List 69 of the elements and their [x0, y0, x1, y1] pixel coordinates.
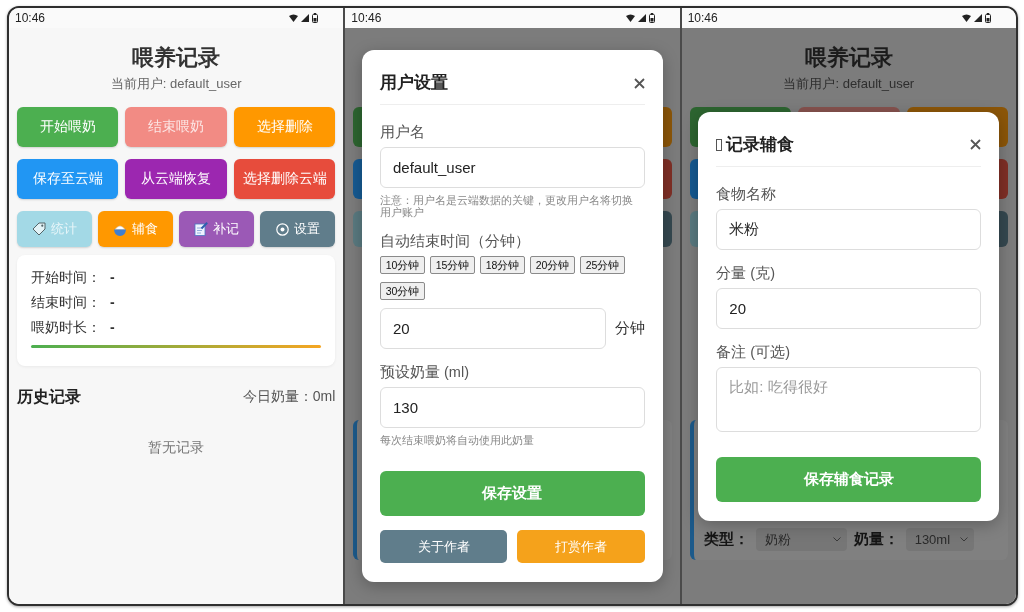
session-label: 喂奶时长：	[31, 318, 101, 337]
save-button[interactable]: 保存设置	[380, 471, 645, 516]
input-field[interactable]: 20	[716, 287, 982, 329]
current-user-label: 当前用户: default_user	[110, 75, 242, 93]
glyph-box-icon	[716, 138, 723, 151]
app-title: 喂养记录	[132, 44, 221, 72]
dialog-title: 用户设置	[380, 72, 448, 94]
field-note: 每次结束喂奶将自动使用此奶量	[380, 434, 535, 446]
session-label: 开始时间：	[31, 268, 101, 287]
wifi-icon	[625, 14, 635, 22]
textarea-field[interactable]: 比如: 吃得很好	[716, 366, 982, 432]
signal-icon	[974, 14, 982, 22]
field-note: 注意：用户名是云端数据的关键，更改用户名将切换用户账户	[380, 194, 634, 218]
current-user-label: 当前用户: default_user	[783, 75, 915, 93]
session-value: -	[110, 318, 115, 337]
close-icon[interactable]	[634, 77, 645, 89]
field-label: 分量 (克)	[716, 263, 776, 283]
history-title: 历史记录	[17, 386, 81, 407]
secondary-button[interactable]: 关于作者	[380, 530, 508, 563]
field-label: 预设奶量 (ml)	[380, 363, 470, 382]
status-time: 10:46	[15, 11, 46, 25]
signal-icon	[301, 14, 310, 22]
wifi-icon	[289, 14, 299, 22]
note-icon	[194, 222, 209, 236]
battery-icon	[648, 13, 655, 23]
status-time: 10:46	[687, 11, 718, 25]
battery-icon	[312, 13, 319, 23]
input-field[interactable]: 20	[380, 308, 606, 349]
close-icon[interactable]	[970, 139, 982, 150]
empty-history-text: 暂无记录	[147, 438, 206, 457]
session-value: -	[110, 268, 115, 287]
battery-icon	[985, 13, 991, 23]
preset-button[interactable]: 10分钟	[380, 256, 425, 274]
type-label: 类型：	[703, 530, 749, 549]
preset-button[interactable]: 18分钟	[480, 256, 525, 274]
type-select[interactable]: 奶粉	[755, 528, 847, 551]
input-field[interactable]: default_user	[380, 147, 645, 188]
chevron-down-icon	[959, 537, 968, 542]
action-button[interactable]: 选择删除云端	[233, 159, 336, 199]
tag-icon	[32, 222, 47, 236]
unit-label: 分钟	[615, 319, 645, 338]
action-button[interactable]: 保存至云端	[17, 159, 119, 199]
preset-button[interactable]: 15分钟	[430, 256, 475, 274]
today-total: 今日奶量：0ml	[242, 388, 336, 406]
signal-icon	[637, 14, 646, 22]
input-field[interactable]: 130	[380, 387, 645, 428]
bowl-icon	[113, 222, 128, 236]
settings-icon	[275, 222, 289, 236]
amount-label: 奶量：	[853, 530, 899, 549]
tool-button[interactable]: 设置	[260, 211, 336, 247]
save-button[interactable]: 保存辅食记录	[716, 456, 982, 502]
session-label: 结束时间：	[31, 293, 101, 312]
field-label: 用户名	[380, 123, 426, 142]
amount-select[interactable]: 130ml	[905, 528, 974, 551]
preset-button[interactable]: 30分钟	[380, 282, 425, 300]
preset-button[interactable]: 25分钟	[580, 256, 625, 274]
wifi-icon	[962, 14, 971, 22]
preset-button[interactable]: 20分钟	[530, 256, 575, 274]
status-time: 10:46	[351, 11, 382, 25]
app-title: 喂养记录	[804, 44, 893, 72]
field-label: 食物名称	[716, 184, 778, 204]
tool-button[interactable]: 补记	[179, 211, 255, 247]
field-label: 自动结束时间（分钟）	[380, 232, 531, 251]
field-label: 备注 (可选)	[716, 342, 791, 362]
dialog-title: 记录辅食	[726, 133, 795, 156]
chevron-down-icon	[832, 537, 841, 542]
session-value: -	[110, 293, 115, 312]
action-button[interactable]: 开始喂奶	[17, 107, 119, 147]
action-button[interactable]: 从云端恢复	[125, 159, 227, 199]
